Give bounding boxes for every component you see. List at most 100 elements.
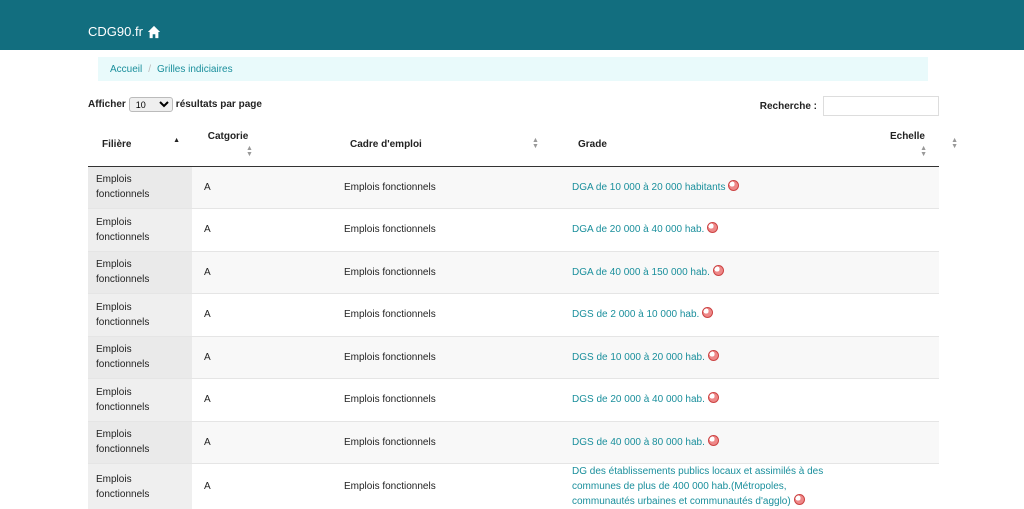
table-body: Emplois fonctionnelsAEmplois fonctionnel… xyxy=(88,166,939,509)
grade-link[interactable]: DGS de 40 000 à 80 000 hab. xyxy=(572,437,705,448)
cell-text: Emplois fonctionnels xyxy=(344,352,436,363)
grade-link[interactable]: DGS de 10 000 à 20 000 hab. xyxy=(572,352,705,363)
grade-link[interactable]: DGS de 20 000 à 40 000 hab. xyxy=(572,394,705,405)
column-header-grade[interactable]: Grade ▲▼ xyxy=(476,124,856,166)
cell-categorie: A xyxy=(192,336,264,379)
cell-text: A xyxy=(204,182,211,193)
cell-categorie: A xyxy=(192,166,264,209)
per-page-label: résultats par page xyxy=(176,99,262,110)
cell-text: A xyxy=(204,309,211,320)
top-navbar: CDG90.fr xyxy=(0,0,1024,50)
cell-grade: DGS de 10 000 à 20 000 hab. xyxy=(476,336,856,379)
pdf-icon[interactable] xyxy=(728,180,739,191)
search-input[interactable] xyxy=(823,96,939,116)
table-row: Emplois fonctionnels A Emplois fonctionnel… xyxy=(88,166,939,209)
cell-filiere: Emplois fonctionnels xyxy=(88,209,192,252)
grade-link[interactable]: DGA de 20 000 à 40 000 hab. xyxy=(572,224,704,235)
grade-link[interactable]: DGS de 2 000 à 10 000 hab. xyxy=(572,309,699,320)
cell-text: A xyxy=(204,481,211,492)
pdf-icon[interactable] xyxy=(707,222,718,233)
cell-text: Emplois fonctionnels xyxy=(344,394,436,405)
column-label: Echelle xyxy=(866,131,925,142)
pdf-icon[interactable] xyxy=(708,392,719,403)
column-header-cadre[interactable]: Cadre d'emploi ▲▼ xyxy=(264,124,476,166)
cell-categorie: A xyxy=(192,294,264,337)
table-row: Emplois fonctionnels A Emplois fonctionnel… xyxy=(88,336,939,379)
cell-filiere: Emplois fonctionnels xyxy=(88,421,192,464)
cell-text: Emplois fonctionnels xyxy=(96,342,166,372)
table-header-row: Filière ▲ Catgorie ▲▼ Cadre d'emploi ▲▼ … xyxy=(88,124,939,166)
cell-text: A xyxy=(204,224,211,235)
brand-link[interactable]: CDG90.fr xyxy=(88,24,161,39)
cell-text: Emplois fonctionnels xyxy=(96,472,166,502)
cell-text: Emplois fonctionnels xyxy=(344,224,436,235)
cell-filiere: Emplois fonctionnels xyxy=(88,166,192,209)
pdf-icon[interactable] xyxy=(708,350,719,361)
breadcrumb-current[interactable]: Grilles indiciaires xyxy=(157,64,233,75)
cell-text: Emplois fonctionnels xyxy=(344,437,436,448)
cell-cadre: Emplois fonctionnels xyxy=(264,336,476,379)
breadcrumb-home[interactable]: Accueil xyxy=(110,64,142,75)
cell-text: Emplois fonctionnels xyxy=(96,300,166,330)
cell-echelle xyxy=(856,251,939,294)
table-row: Emplois fonctionnels A Emplois fonctionnel… xyxy=(88,421,939,464)
page-size-select[interactable]: 10 xyxy=(129,97,173,112)
cell-categorie: A xyxy=(192,379,264,422)
cell-grade: DGA de 20 000 à 40 000 hab. xyxy=(476,209,856,252)
cell-filiere: Emplois fonctionnels xyxy=(88,379,192,422)
column-label: Catgorie xyxy=(202,131,254,142)
table-row: Emplois fonctionnelsAEmplois fonctionnel… xyxy=(88,251,939,294)
page-size-control: Afficher 10 résultats par page xyxy=(88,97,262,112)
cell-text: Emplois fonctionnels xyxy=(344,182,436,193)
column-header-echelle[interactable]: Echelle ▲▼ xyxy=(856,124,939,166)
cell-text: Emplois fonctionnels xyxy=(344,481,436,492)
cell-echelle xyxy=(856,464,939,509)
cell-echelle xyxy=(856,166,939,209)
cell-text: Emplois fonctionnels xyxy=(96,385,166,415)
column-header-categorie[interactable]: Catgorie ▲▼ xyxy=(192,124,264,166)
show-label: Afficher xyxy=(88,99,126,110)
cell-echelle xyxy=(856,336,939,379)
grade-link[interactable]: DG des établissements publics locaux et … xyxy=(572,466,823,507)
cell-text: Emplois fonctionnels xyxy=(96,427,166,457)
home-icon xyxy=(147,25,161,39)
pdf-icon[interactable] xyxy=(713,265,724,276)
table-row: Emplois fonctionnels A Emplois fonctionnel… xyxy=(88,379,939,422)
pdf-icon[interactable] xyxy=(702,307,713,318)
cell-echelle xyxy=(856,209,939,252)
brand-text: CDG90.fr xyxy=(88,24,143,39)
cell-cadre: Emplois fonctionnels xyxy=(264,379,476,422)
cell-cadre: Emplois fonctionnels xyxy=(264,166,476,209)
cell-text: Emplois fonctionnels xyxy=(96,257,166,287)
cell-categorie: A xyxy=(192,421,264,464)
cell-grade: DG des établissements publics locaux et … xyxy=(476,464,856,509)
search-label: Recherche : xyxy=(760,101,817,112)
cell-grade: DGA de 40 000 à 150 000 hab. xyxy=(476,251,856,294)
cell-filiere: Emplois fonctionnels xyxy=(88,251,192,294)
cell-filiere: Emplois fonctionnels xyxy=(88,294,192,337)
cell-text: A xyxy=(204,437,211,448)
sort-asc-icon: ▲ xyxy=(173,138,180,144)
column-label: Filière xyxy=(102,139,182,150)
column-label: Cadre d'emploi xyxy=(350,139,476,150)
cell-cadre: Emplois fonctionnels xyxy=(264,464,476,509)
cell-cadre: Emplois fonctionnels xyxy=(264,209,476,252)
cell-categorie: A xyxy=(192,464,264,509)
grade-link[interactable]: DGA de 10 000 à 20 000 habitants xyxy=(572,182,725,193)
cell-categorie: A xyxy=(192,251,264,294)
cell-grade: DGS de 40 000 à 80 000 hab. xyxy=(476,421,856,464)
table-controls: Afficher 10 résultats par page Recherche… xyxy=(88,96,939,120)
cell-cadre: Emplois fonctionnels xyxy=(264,421,476,464)
pdf-icon[interactable] xyxy=(708,435,719,446)
cell-grade: DGA de 10 000 à 20 000 habitants xyxy=(476,166,856,209)
search-control: Recherche : xyxy=(760,96,939,116)
sort-both-icon: ▲▼ xyxy=(951,138,958,150)
breadcrumb-separator: / xyxy=(148,64,151,75)
grade-link[interactable]: DGA de 40 000 à 150 000 hab. xyxy=(572,267,710,278)
cell-text: A xyxy=(204,352,211,363)
cell-categorie: A xyxy=(192,209,264,252)
cell-text: Emplois fonctionnels xyxy=(96,215,166,245)
pdf-icon[interactable] xyxy=(794,494,805,505)
column-header-filiere[interactable]: Filière ▲ xyxy=(88,124,192,166)
sort-both-icon: ▲▼ xyxy=(920,146,927,158)
